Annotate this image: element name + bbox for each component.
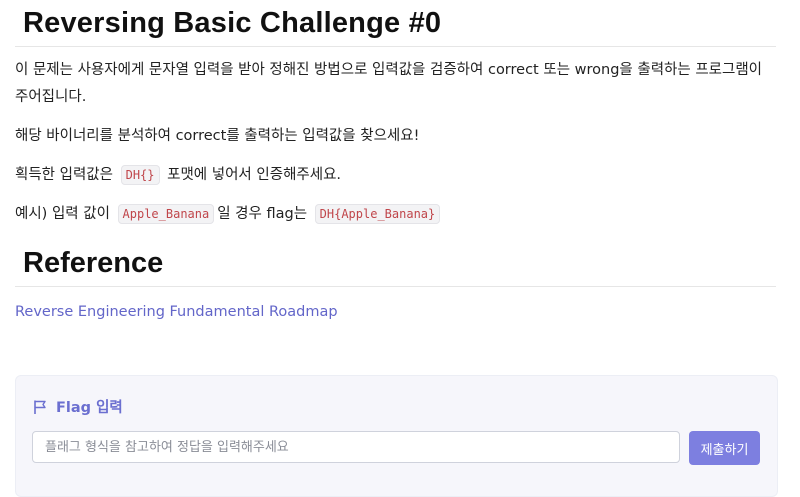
- example-flag-code: DH{Apple_Banana}: [314, 204, 441, 224]
- flag-input[interactable]: [32, 431, 680, 463]
- example-mid: 일 경우 flag는: [217, 206, 308, 222]
- challenge-title: Reversing Basic Challenge #0: [23, 7, 442, 39]
- reference-divider: [15, 286, 776, 287]
- reference-heading: Reference: [23, 247, 164, 279]
- challenge-content: Reversing Basic Challenge #0 이 문제는 사용자에게…: [15, 0, 776, 323]
- description-paragraph-1: 이 문제는 사용자에게 문자열 입력을 받아 정해진 방법으로 입력값을 검증하…: [15, 62, 763, 105]
- flag-icon: [34, 400, 46, 414]
- description-paragraph-2: 해당 바이너리를 분석하여 correct를 출력하는 입력값을 찾으세요!: [15, 128, 420, 144]
- reference-section: Reference Reverse Engineering Fundamenta…: [15, 244, 776, 323]
- format-paragraph: 획득한 입력값은 DH{} 포맷에 넣어서 인증해주세요.: [15, 162, 776, 189]
- flag-panel-title: Flag 입력: [56, 400, 123, 416]
- roadmap-link[interactable]: Reverse Engineering Fundamental Roadmap: [15, 301, 338, 323]
- example-input-code: Apple_Banana: [117, 204, 215, 224]
- flag-panel-header: Flag 입력: [32, 396, 123, 417]
- format-prefix: 획득한 입력값은: [15, 167, 113, 183]
- example-prefix: 예시) 입력 값이: [15, 206, 110, 222]
- format-suffix: 포맷에 넣어서 인증해주세요.: [167, 167, 342, 183]
- example-paragraph: 예시) 입력 값이 Apple_Banana 일 경우 flag는 DH{Appl…: [15, 201, 776, 228]
- format-code: DH{}: [120, 165, 160, 185]
- submit-button[interactable]: 제출하기: [689, 431, 760, 465]
- title-divider: [15, 46, 776, 47]
- flag-submit-panel: Flag 입력 제출하기: [15, 375, 778, 497]
